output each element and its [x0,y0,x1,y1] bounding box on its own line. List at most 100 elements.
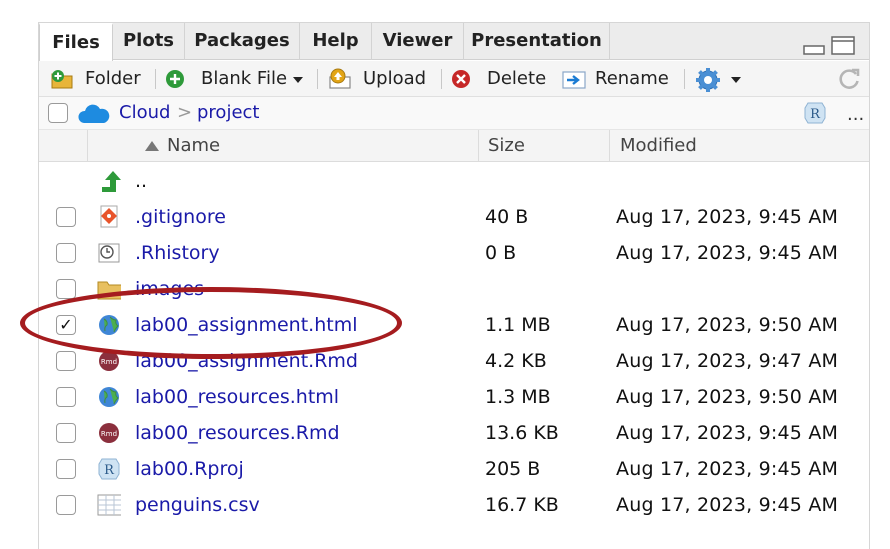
file-size: 16.7 KB [485,494,559,516]
chevron-down-icon [731,77,741,83]
globe-icon [99,315,119,335]
file-row[interactable]: Rmd lab00_assignment.Rmd 4.2 KB Aug 17, … [39,343,869,379]
svg-text:Rmd: Rmd [101,430,117,438]
file-checkbox[interactable]: ✓ [56,315,76,335]
rename-label: Rename [595,68,669,89]
parent-directory-label[interactable]: .. [135,163,147,199]
header-divider [87,130,88,161]
file-name-link[interactable]: lab00.Rproj [135,451,244,487]
file-modified: Aug 17, 2023, 9:45 AM [616,242,839,264]
git-icon [100,205,118,228]
rproj-icon: R [98,458,120,480]
file-row[interactable]: ✓ lab00_assignment.html 1.1 MB Aug 17, 2… [39,307,869,343]
file-name-link[interactable]: images [135,271,204,307]
delete-icon [452,70,470,88]
tab-bar: Files Plots Packages Help Viewer Present… [39,23,869,61]
maximize-icon[interactable] [831,36,855,56]
file-modified: Aug 17, 2023, 9:47 AM [616,350,839,372]
folder-icon [97,281,121,300]
file-size: 1.3 MB [485,386,551,408]
files-toolbar: Folder Blank File Upload Delete Rename [39,61,869,97]
new-folder-label: Folder [85,68,141,89]
tab-presentation[interactable]: Presentation [464,23,610,60]
tab-files[interactable]: Files [39,23,113,61]
file-modified: Aug 17, 2023, 9:45 AM [616,206,839,228]
file-checkbox[interactable] [56,207,76,227]
parent-directory-row[interactable]: .. [39,163,869,199]
more-button[interactable]: ... [847,97,864,133]
file-modified: Aug 17, 2023, 9:45 AM [616,458,839,480]
file-row[interactable]: R lab00.Rproj 205 B Aug 17, 2023, 9:45 A… [39,451,869,487]
file-name-link[interactable]: .Rhistory [135,235,220,271]
breadcrumb-project[interactable]: project [197,97,259,129]
sort-ascending-icon [145,141,159,151]
file-row[interactable]: images [39,271,869,307]
delete-label: Delete [487,68,547,89]
file-modified: Aug 17, 2023, 9:50 AM [616,386,839,408]
tab-help[interactable]: Help [300,23,372,60]
file-row[interactable]: penguins.csv 16.7 KB Aug 17, 2023, 9:45 … [39,487,869,523]
cloud-icon [78,104,110,123]
file-row[interactable]: lab00_resources.html 1.3 MB Aug 17, 2023… [39,379,869,415]
file-checkbox[interactable] [56,243,76,263]
minimize-icon[interactable] [803,36,825,56]
upload-icon [329,68,351,89]
breadcrumb-separator: > [177,102,193,123]
file-checkbox[interactable] [56,351,76,371]
file-row[interactable]: .gitignore 40 B Aug 17, 2023, 9:45 AM [39,199,869,235]
toolbar-separator [155,69,156,89]
breadcrumb: Cloud > project R ... [39,97,869,130]
file-checkbox[interactable] [56,459,76,479]
file-name-link[interactable]: lab00_resources.html [135,379,339,415]
svg-text:R: R [810,107,821,122]
toolbar-separator [441,69,442,89]
file-modified: Aug 17, 2023, 9:50 AM [616,314,839,336]
add-file-icon [166,70,184,88]
files-pane: Files Plots Packages Help Viewer Present… [38,22,870,549]
tab-packages[interactable]: Packages [185,23,300,60]
blank-file-button[interactable]: Blank File [165,61,305,97]
file-modified: Aug 17, 2023, 9:45 AM [616,422,839,444]
size-column-header[interactable]: Size [488,130,525,161]
file-name-link[interactable]: .gitignore [135,199,226,235]
file-checkbox[interactable] [56,387,76,407]
toolbar-separator [317,69,318,89]
up-arrow-icon [102,171,121,192]
folder-add-icon [51,70,73,89]
file-name-link[interactable]: lab00_assignment.Rmd [135,343,358,379]
file-list-header: Name Size Modified [39,130,869,162]
refresh-icon[interactable] [837,67,861,91]
file-row[interactable]: Rmd lab00_resources.Rmd 13.6 KB Aug 17, … [39,415,869,451]
history-icon [98,243,120,263]
rmd-icon: Rmd [99,351,119,371]
header-divider [478,130,479,161]
rename-icon [562,71,586,89]
file-size: 1.1 MB [485,314,551,336]
svg-text:R: R [104,463,115,478]
header-divider [609,130,610,161]
file-name-link[interactable]: lab00_resources.Rmd [135,415,340,451]
tab-viewer[interactable]: Viewer [372,23,464,60]
file-name-link[interactable]: penguins.csv [135,487,260,523]
select-all-checkbox[interactable] [48,103,68,123]
file-size: 0 B [485,242,517,264]
more-options-button[interactable] [695,61,745,97]
file-name-link[interactable]: lab00_assignment.html [135,307,358,343]
go-to-project-icon[interactable]: R [803,101,827,125]
file-checkbox[interactable] [56,279,76,299]
file-size: 40 B [485,206,529,228]
file-checkbox[interactable] [56,423,76,443]
gear-icon [696,68,720,92]
toolbar-separator [684,69,685,89]
breadcrumb-cloud[interactable]: Cloud [119,97,170,129]
file-size: 4.2 KB [485,350,547,372]
svg-text:Rmd: Rmd [101,358,117,366]
name-column-header[interactable]: Name [167,130,220,161]
file-size: 13.6 KB [485,422,559,444]
upload-label: Upload [363,68,427,89]
file-row[interactable]: .Rhistory 0 B Aug 17, 2023, 9:45 AM [39,235,869,271]
modified-column-header[interactable]: Modified [620,130,697,161]
file-checkbox[interactable] [56,495,76,515]
tab-plots[interactable]: Plots [113,23,185,60]
file-modified: Aug 17, 2023, 9:45 AM [616,494,839,516]
